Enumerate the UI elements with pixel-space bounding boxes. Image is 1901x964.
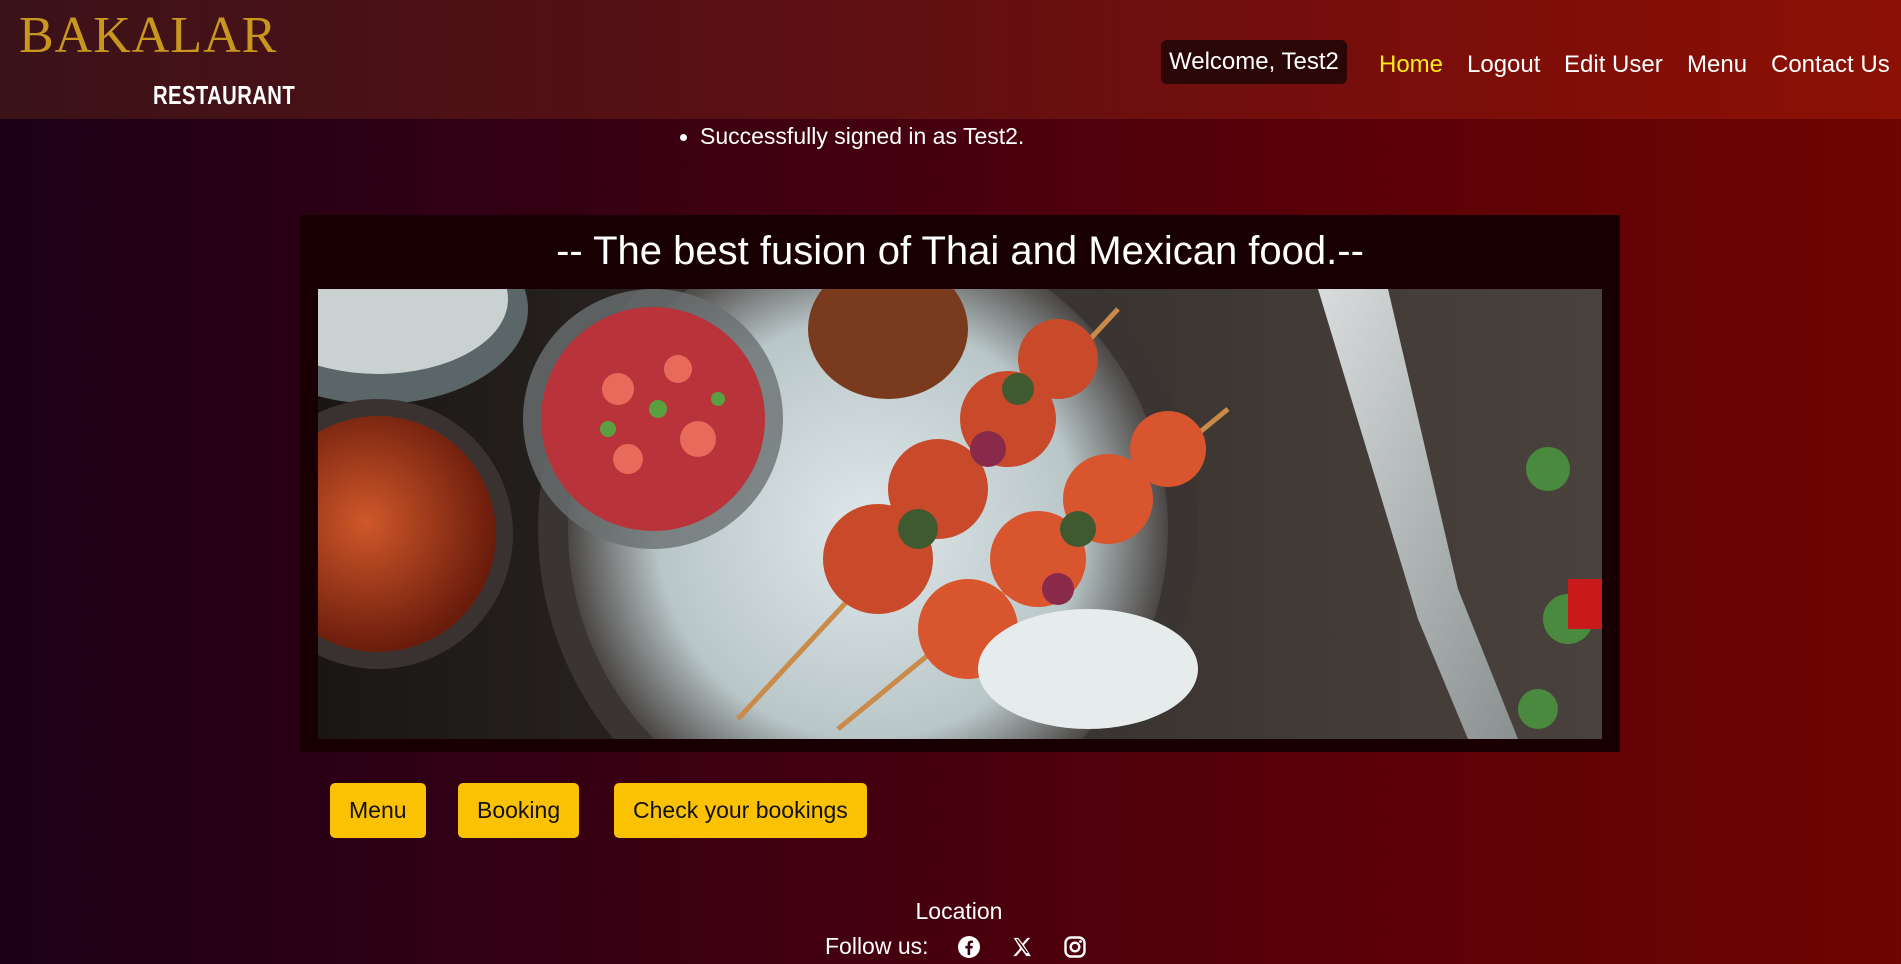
nav-home-link[interactable]: Home <box>1379 51 1443 79</box>
main-nav: Home Logout Edit User Menu Contact Us <box>0 51 1901 81</box>
site-header: BAKALAR RESTAURANT Welcome, Test2 Home L… <box>0 0 1901 119</box>
brand-logo-subtitle: RESTAURANT <box>153 80 296 110</box>
instagram-icon[interactable] <box>1062 934 1088 960</box>
nav-edit-user-link[interactable]: Edit User <box>1564 51 1663 79</box>
flash-message: Successfully signed in as Test2. <box>680 123 1024 150</box>
nav-contact-link[interactable]: Contact Us <box>1771 51 1890 79</box>
hero-title: -- The best fusion of Thai and Mexican f… <box>556 229 1364 273</box>
follow-us: Follow us: <box>825 933 1088 960</box>
hero-food-image <box>318 289 1602 739</box>
flash-messages: Successfully signed in as Test2. <box>680 123 1024 150</box>
facebook-icon[interactable] <box>956 934 982 960</box>
follow-us-label: Follow us: <box>825 933 929 959</box>
hero-section: -- The best fusion of Thai and Mexican f… <box>300 215 1620 752</box>
location-link[interactable]: Location <box>0 898 1901 925</box>
check-bookings-button[interactable]: Check your bookings <box>614 783 867 838</box>
nav-menu-link[interactable]: Menu <box>1687 51 1747 79</box>
menu-button[interactable]: Menu <box>330 783 426 838</box>
x-icon[interactable] <box>1009 934 1035 960</box>
nav-logout-link[interactable]: Logout <box>1467 51 1540 79</box>
booking-button[interactable]: Booking <box>458 783 580 838</box>
